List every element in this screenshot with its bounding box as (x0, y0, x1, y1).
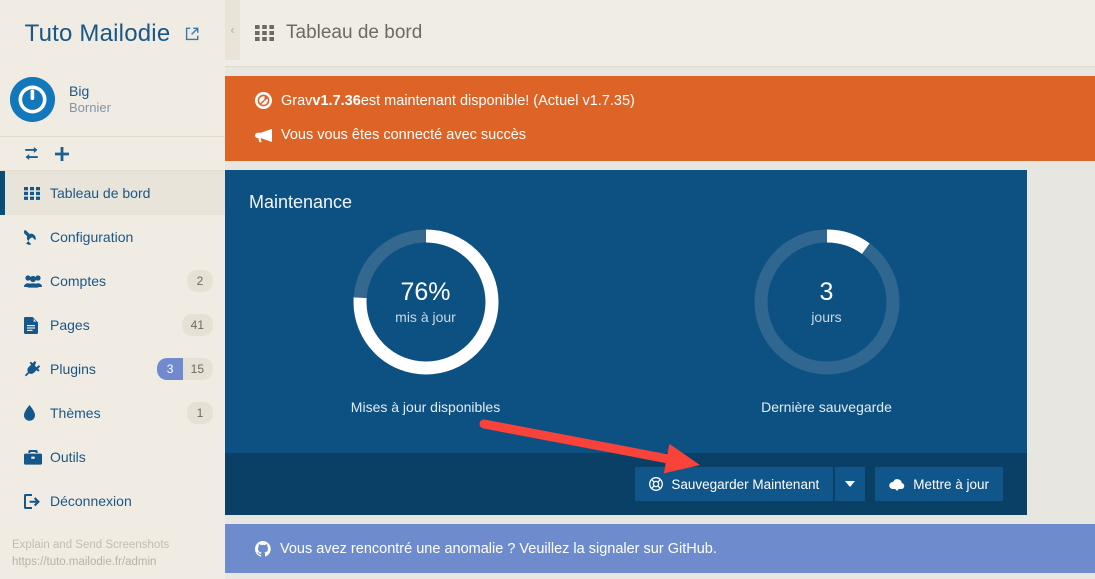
admin-app: Tuto Mailodie Big Bornier Tableau de bor… (0, 0, 1095, 579)
donut-chart-updates: 76% mis à jour (351, 227, 501, 377)
users-icon (24, 274, 50, 288)
main-content: Tableau de bord Grav v1.7.36 est mainten… (225, 0, 1095, 579)
sidebar-item-label: Plugins (50, 361, 96, 377)
maintenance-card: Maintenance 76% mis à jour Mises à jour (225, 170, 1027, 515)
backup-now-label: Sauvegarder Maintenant (671, 476, 820, 492)
topbar: Tableau de bord (225, 0, 1095, 67)
maintenance-actions: Sauvegarder Maintenant Mettre à jour (225, 453, 1027, 515)
grid-icon (24, 186, 50, 200)
lifebuoy-icon (649, 477, 664, 491)
badges: 41 (181, 314, 213, 336)
backup-dropdown-button[interactable] (835, 467, 866, 501)
site-title: Tuto Mailodie (24, 19, 171, 47)
user-names: Big Bornier (69, 83, 111, 117)
gauge-backup: 3 jours Dernière sauvegarde (626, 219, 1027, 447)
user-first-name: Big (69, 82, 90, 99)
sidebar-item-label: Tableau de bord (50, 185, 151, 201)
wrench-icon (24, 229, 50, 246)
bullhorn-icon (255, 128, 272, 143)
backup-button-group: Sauvegarder Maintenant (635, 467, 866, 501)
notice-login-line: Vous vous êtes connecté avec succès (225, 127, 1095, 143)
notice-login-text: Vous vous êtes connecté avec succès (281, 127, 527, 143)
external-link-icon[interactable] (184, 26, 200, 42)
plug-icon (24, 360, 50, 378)
sidebar-item-label: Outils (50, 449, 86, 465)
sidebar-footer-line1: Explain and Send Screenshots (12, 538, 170, 551)
donut-svg-updates (353, 229, 498, 375)
sidebar-item-label: Thèmes (50, 405, 101, 421)
quick-actions-row (0, 137, 225, 171)
github-icon (255, 540, 271, 557)
backup-now-button[interactable]: Sauvegarder Maintenant (635, 467, 834, 501)
site-title-row: Tuto Mailodie (0, 0, 225, 67)
notice-update-version: v1.7.36 (312, 92, 361, 109)
exchange-icon[interactable] (24, 147, 39, 160)
grav-logo-icon (255, 92, 272, 109)
cloud-download-icon (889, 478, 905, 491)
sidebar-item-label: Comptes (50, 273, 107, 289)
sidebar-footer-line2: https://tuto.mailodie.fr/admin (12, 555, 157, 568)
sidebar-item-comptes[interactable]: Comptes 2 (0, 259, 225, 303)
gauge-updates: 76% mis à jour Mises à jour disponibles (225, 219, 626, 447)
briefcase-icon (24, 449, 50, 465)
sidebar-item-tableau-de-bord[interactable]: Tableau de bord (0, 171, 225, 215)
file-icon (24, 316, 50, 334)
avatar (10, 77, 55, 122)
notice-github-text: Vous avez rencontré une anomalie ? Veuil… (280, 540, 717, 557)
plus-icon[interactable] (55, 146, 69, 161)
donut-svg-backup (754, 229, 899, 375)
sidebar-item-deconnexion[interactable]: Déconnexion (0, 479, 225, 523)
sidebar-item-themes[interactable]: Thèmes 1 (0, 391, 225, 435)
sidebar-item-label: Déconnexion (50, 493, 132, 509)
maintenance-gauges: 76% mis à jour Mises à jour disponibles (225, 213, 1027, 453)
user-last-name: Bornier (69, 100, 111, 116)
update-label: Mettre à jour (913, 476, 989, 492)
sidebar-item-label: Configuration (50, 229, 134, 245)
notice-update-prefix: Grav (281, 92, 313, 109)
sidebar-item-plugins[interactable]: Plugins 3 15 (0, 347, 225, 391)
status-badge: 1 (187, 402, 213, 424)
sidebar-collapse-toggle[interactable]: ‹ (225, 0, 240, 60)
status-badge: 2 (187, 270, 213, 292)
notice-update-line: Grav v1.7.36 est maintenant disponible! … (225, 92, 1095, 109)
donut-chart-backup: 3 jours (752, 227, 902, 377)
gauge-caption-updates: Mises à jour disponibles (350, 399, 501, 415)
notice-banner-github[interactable]: Vous avez rencontré une anomalie ? Veuil… (225, 524, 1095, 573)
sidebar: Tuto Mailodie Big Bornier Tableau de bor… (0, 0, 225, 579)
caret-down-icon (845, 479, 856, 489)
sidebar-nav: Tableau de bord Configuration Comptes 2 … (0, 171, 225, 523)
page-title: Tableau de bord (286, 22, 423, 43)
sidebar-item-configuration[interactable]: Configuration (0, 215, 225, 259)
sidebar-item-pages[interactable]: Pages 41 (0, 303, 225, 347)
sign-out-icon (24, 493, 50, 509)
badges: 1 (187, 402, 213, 424)
sidebar-item-label: Pages (50, 317, 90, 333)
droplet-icon (24, 405, 50, 421)
notice-update-suffix: est maintenant disponible! (Actuel v1.7.… (360, 92, 635, 109)
status-badge: 41 (181, 314, 213, 336)
sidebar-footer: Explain and Send Screenshots https://tut… (12, 537, 169, 572)
user-block[interactable]: Big Bornier (0, 67, 225, 137)
gauge-caption-backup: Dernière sauvegarde (761, 399, 892, 415)
status-badge: 15 (182, 358, 213, 380)
sidebar-item-outils[interactable]: Outils (0, 435, 225, 479)
maintenance-title: Maintenance (249, 192, 353, 212)
badges: 3 15 (156, 358, 213, 380)
notice-banner-update: Grav v1.7.36 est maintenant disponible! … (225, 76, 1095, 161)
badges: 2 (187, 270, 213, 292)
grid-icon (255, 25, 274, 41)
status-badge-primary: 3 (156, 358, 183, 380)
update-button[interactable]: Mettre à jour (875, 467, 1003, 501)
